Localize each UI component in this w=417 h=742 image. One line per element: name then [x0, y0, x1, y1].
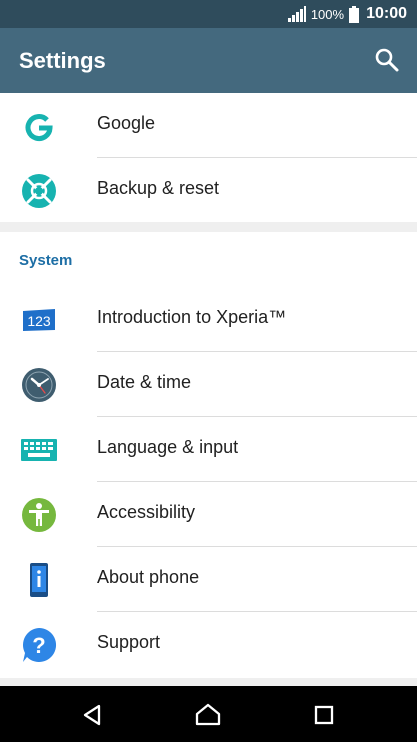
- section-header-system: System: [19, 252, 73, 269]
- support-icon: ?: [22, 627, 57, 662]
- status-bar: 100% 10:00: [0, 0, 417, 28]
- settings-item-about-phone[interactable]: About phone: [0, 547, 417, 612]
- system-settings-card: System 123 Introduction to Xperia™ Date …: [0, 232, 417, 678]
- svg-text:123: 123: [27, 313, 51, 329]
- home-icon[interactable]: [193, 700, 223, 730]
- settings-item-label: About phone: [97, 567, 200, 587]
- settings-item-backup-reset[interactable]: Backup & reset: [0, 158, 417, 223]
- back-icon[interactable]: [78, 700, 108, 730]
- settings-item-accessibility[interactable]: Accessibility: [0, 482, 417, 547]
- clock: 10:00: [366, 5, 407, 22]
- phone-info-icon: [30, 563, 48, 597]
- settings-item-google[interactable]: Google: [0, 93, 417, 158]
- xperia-intro-icon: 123: [23, 309, 55, 331]
- backup-reset-icon: [22, 174, 56, 208]
- google-icon: [25, 114, 53, 142]
- clock-icon: [22, 368, 56, 402]
- settings-item-label: Google: [97, 113, 156, 133]
- app-bar: Settings: [0, 28, 417, 93]
- settings-item-label: Accessibility: [97, 502, 196, 522]
- settings-item-support[interactable]: ? Support: [0, 612, 417, 677]
- settings-item-introduction-xperia[interactable]: 123 Introduction to Xperia™: [0, 287, 417, 352]
- recents-icon[interactable]: [309, 700, 339, 730]
- settings-item-date-time[interactable]: Date & time: [0, 352, 417, 417]
- settings-item-label: Language & input: [97, 437, 239, 457]
- settings-item-label: Introduction to Xperia™: [97, 307, 287, 327]
- battery-icon: [349, 5, 360, 23]
- signal-icon: [287, 6, 306, 22]
- settings-item-label: Date & time: [97, 372, 192, 392]
- search-icon[interactable]: [373, 46, 401, 74]
- page-title: Settings: [19, 48, 106, 73]
- general-settings-card: Google Backup & reset: [0, 93, 417, 222]
- navigation-bar: [0, 686, 417, 742]
- settings-item-label: Support: [97, 632, 161, 652]
- settings-item-language-input[interactable]: Language & input: [0, 417, 417, 482]
- battery-percent: 100%: [310, 6, 345, 22]
- settings-item-label: Backup & reset: [97, 178, 220, 198]
- svg-text:?: ?: [32, 633, 45, 658]
- status-indicators: 100% 10:00: [287, 0, 407, 28]
- accessibility-icon: [22, 498, 56, 532]
- keyboard-icon: [21, 439, 57, 461]
